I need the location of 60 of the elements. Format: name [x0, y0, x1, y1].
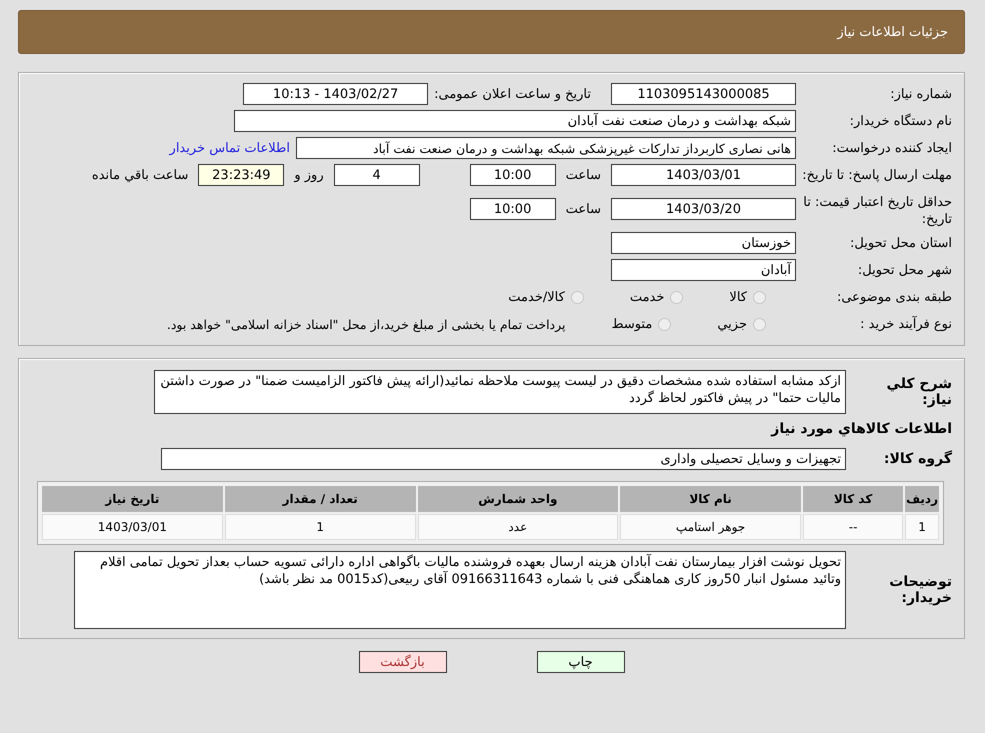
column-header: نام کالا: [620, 486, 802, 512]
column-header: واحد شمارش: [418, 486, 618, 512]
process-note: پرداخت تمام یا بخشی از مبلغ خرید،از محل "اسناد خزانه اسلامی" خواهد بود.: [166, 316, 566, 332]
back-button[interactable]: بازگشت: [358, 651, 446, 673]
buyer-notes-textarea: تحویل نوشت افزار بیمارستان نفت آبادان هزینه ارسال بعهده فروشنده مالیات باگواهی اداره دارائی تسویه حساب بعداز تحویل تمامی اقلام وتائید مسئول انبار 50روز کاری هماهنگی فنی با شماره 09166311643 آقای ربیعی(کد0015 مد نظر باشد): [74, 551, 846, 629]
field-label: گروه کالا:: [882, 451, 952, 467]
buyer-contact-link[interactable]: اطلاعات تماس خریدار: [170, 140, 290, 156]
table-cell: 1: [224, 514, 416, 540]
announce-date-field: 1403/02/27 - 10:13: [243, 83, 428, 105]
field-label: تاریخ و ساعت اعلان عمومی:: [434, 86, 591, 102]
buyer-org-field: شبکه بهداشت و درمان صنعت نفت آبادان: [234, 110, 796, 132]
column-header: ردیف: [905, 486, 939, 512]
column-header: تاریخ نیاز: [42, 486, 223, 512]
province-field: خوزستان: [611, 232, 796, 254]
page-title: جزئیات اطلاعات نیاز: [837, 24, 948, 40]
field-label: ایجاد کننده درخواست:: [831, 140, 952, 156]
radio-label: متوسط: [611, 316, 652, 332]
goods-group-field: تجهیزات و وسایل تحصیلی واداری: [161, 448, 846, 470]
field-label: ساعت: [566, 168, 601, 182]
radio-button[interactable]: [753, 318, 766, 330]
creator-field: هانی نصاری کاربرداز تدارکات غیرپزشکی شبکه بهداشت و درمان صنعت نفت آباد: [296, 137, 796, 159]
column-header: تعداد / مقدار: [224, 486, 416, 512]
table-cell: 1403/03/01: [42, 514, 223, 540]
table-cell: عدد: [418, 514, 618, 540]
field-label: شرح کلي نیاز:: [886, 376, 952, 408]
radio-label: جزيي: [717, 316, 747, 332]
column-header: کد کالا: [803, 486, 904, 512]
field-label: شهر محل تحویل:: [856, 262, 952, 278]
date-field: 1403/03/01: [611, 164, 796, 186]
radio-button[interactable]: [658, 318, 672, 330]
days-field: 4: [334, 164, 420, 186]
field-label: شماره نیاز:: [889, 86, 952, 102]
field-label: مهلت ارسال پاسخ: تا تاریخ:: [802, 167, 952, 184]
time-field: 10:00: [470, 164, 556, 186]
radio-label: کالا: [729, 290, 747, 304]
field-label: نام دستگاه خریدار:: [848, 114, 952, 128]
field-label: حداقل تاریخ اعتبار قیمت: تا تاریخ:: [802, 194, 952, 228]
field-label: ساعت: [566, 202, 601, 216]
time-field: 10:00: [470, 198, 556, 220]
radio-label: کالا/خدمت: [508, 290, 565, 304]
radio-button[interactable]: [753, 290, 766, 304]
remaining-time-field: 23:23:49: [198, 164, 284, 186]
field-label: نوع فرآیند خرید :: [859, 316, 952, 332]
field-label: استان محل تحویل:: [849, 236, 952, 250]
need-number-field: 1103095143000085: [611, 83, 796, 105]
radio-button[interactable]: [570, 290, 584, 304]
section-heading: اطلاعات کالاهاي مورد نیاز: [771, 421, 952, 437]
radio-label: خدمت: [630, 290, 664, 304]
field-label: ساعت باقي مانده: [92, 168, 188, 182]
field-label: روز و: [294, 168, 324, 182]
date-field: 1403/03/20: [611, 198, 796, 220]
print-button[interactable]: چاپ: [536, 651, 624, 673]
city-field: آبادان: [611, 259, 796, 281]
field-label: توضیحات خریدار:: [888, 574, 952, 606]
table-cell: 1: [905, 514, 939, 540]
table-cell: --: [803, 514, 904, 540]
radio-button[interactable]: [670, 290, 684, 304]
table-cell: جوهر استامپ: [620, 514, 802, 540]
description-textarea: ازکد مشابه استفاده شده مشخصات دقیق در لیست پیوست ملاحظه نمائید(ارائه پیش فاکتور الزامیست ضمنا" در صورت داشتن مالیات حتما" در پیش فاکتور لحاظ گردد: [154, 370, 846, 414]
field-label: طبقه بندی موضوعی:: [836, 290, 952, 304]
